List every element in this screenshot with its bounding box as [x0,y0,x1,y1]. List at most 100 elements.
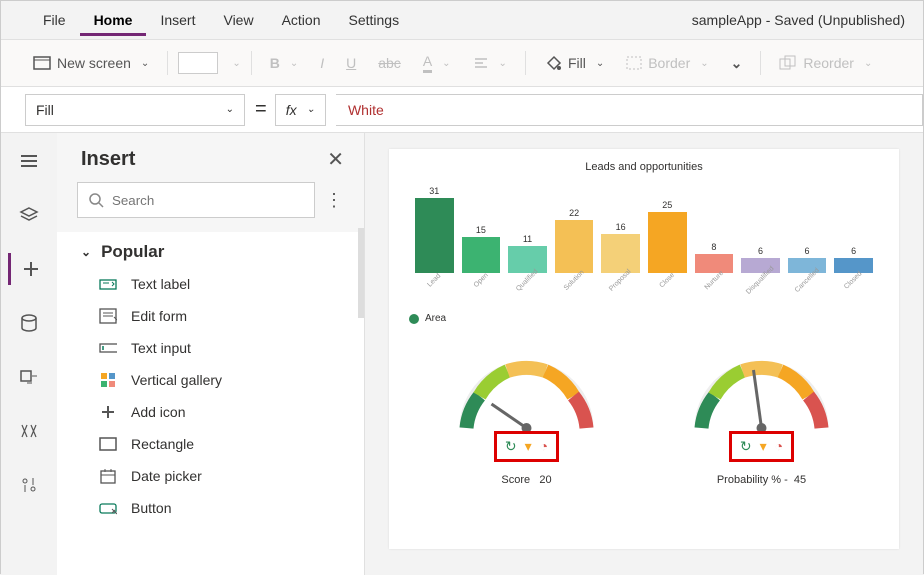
new-screen-label: New screen [57,55,131,71]
chevron-down-icon: ⌄ [596,58,604,69]
reorder-button[interactable]: Reorder ⌄ [771,51,880,75]
canvas[interactable]: Leads and opportunities 3115112216258666… [365,133,923,575]
reorder-label: Reorder [803,55,854,71]
separator [167,51,168,75]
fill-button[interactable]: Fill ⌄ [536,51,612,75]
scrollbar[interactable] [358,228,364,318]
insert-item-vertical-gallery[interactable]: Vertical gallery [57,364,364,396]
ribbon: New screen ⌄ ⌄ B⌄ I U abc A⌄ ⌄ Fill ⌄ Bo… [1,39,923,87]
filter-icon[interactable]: ▾ [525,438,532,455]
menu-home[interactable]: Home [80,4,147,36]
category-popular[interactable]: ⌄ Popular [57,232,364,268]
menu-view[interactable]: View [209,4,267,36]
rail-layers-button[interactable] [9,199,49,231]
underline-button[interactable]: U [338,51,364,75]
rail-tools-button[interactable] [9,469,49,501]
italic-button[interactable]: I [312,51,332,75]
insert-item-rectangle[interactable]: Rectangle [57,428,364,460]
menu-file[interactable]: File [29,4,80,36]
separator [525,51,526,75]
reorder-icon [779,55,797,71]
gauge-label: Score 20 [444,474,609,486]
legend-dot [409,314,419,324]
strike-button[interactable]: abc [370,51,409,75]
bar-chart: 3115112216258666 LeadOpenQualifiedSoluti… [409,183,879,303]
insert-item-label: Rectangle [131,436,194,452]
bar: 25 [648,200,687,273]
fill-label: Fill [568,55,586,71]
insert-item-label: Text label [131,276,190,292]
border-button[interactable]: Border ⌄ [618,51,716,75]
left-rail [1,133,57,575]
tools-icon [20,476,38,494]
property-selector[interactable]: Fill ⌄ [25,94,245,126]
separator [760,51,761,75]
search-icon [88,192,104,208]
search-input[interactable] [77,182,315,218]
hamburger-icon [19,154,39,168]
plus-icon [99,403,117,421]
form-icon [99,307,117,325]
rect-icon [99,435,117,453]
insert-title: Insert [81,148,135,171]
bar: 22 [555,208,594,273]
rail-media-button[interactable] [9,361,49,393]
menubar: File Home Insert View Action Settings sa… [1,1,923,39]
border-icon [626,56,642,70]
plus-icon [21,259,41,279]
rail-tree-button[interactable] [9,145,49,177]
filter-icon[interactable]: ▾ [760,438,767,455]
insert-item-text-label[interactable]: Text label [57,268,364,300]
gauges-row: ↻ ▾ ◔ Score 20 [409,348,879,486]
gallery-icon [99,371,117,389]
media-icon [19,369,39,385]
insert-item-edit-form[interactable]: Edit form [57,300,364,332]
app-title: sampleApp - Saved (Unpublished) [692,12,923,28]
font-color-button[interactable]: A⌄ [415,49,459,77]
expand-button[interactable]: ⌄ [723,51,751,76]
insert-panel: Insert ✕ ⋮ ⌄ Popular Text label Edit for… [57,133,365,575]
color-swatch[interactable] [178,52,218,74]
chevron-down-icon: ⌄ [232,58,240,69]
database-icon [20,314,38,332]
calendar-icon [99,467,117,485]
insert-item-add-icon[interactable]: Add icon [57,396,364,428]
rail-data-button[interactable] [9,307,49,339]
chart-type-icon[interactable]: ◔ [775,438,783,455]
text-input-icon [99,339,117,357]
menu-action[interactable]: Action [268,4,335,36]
property-name: Fill [36,102,54,118]
app-preview: Leads and opportunities 3115112216258666… [389,149,899,549]
formula-input[interactable]: White [336,94,923,126]
align-button[interactable]: ⌄ [465,52,515,74]
close-button[interactable]: ✕ [327,147,344,172]
refresh-icon[interactable]: ↻ [505,438,517,455]
insert-item-date-picker[interactable]: Date picker [57,460,364,492]
insert-item-label: Vertical gallery [131,372,222,388]
insert-item-label: Text input [131,340,191,356]
bar: 16 [601,222,640,273]
chart-legend: Area [409,313,879,324]
fx-label: fx [286,102,297,118]
insert-item-label: Add icon [131,404,185,420]
chart-type-icon[interactable]: ◔ [540,438,548,455]
rail-variables-button[interactable] [9,415,49,447]
gauge-arc [679,348,844,438]
category-label: Popular [101,242,164,262]
new-screen-button[interactable]: New screen ⌄ [25,51,157,75]
insert-item-text-input[interactable]: Text input [57,332,364,364]
gauge-label: Probability % - 45 [679,474,844,486]
variables-icon [19,423,39,439]
search-field[interactable] [112,193,304,208]
fx-button[interactable]: fx ⌄ [275,94,326,126]
bold-button[interactable]: B⌄ [262,51,307,75]
fx-group: = fx ⌄ [255,94,326,126]
rail-insert-button[interactable] [8,253,51,285]
menu-insert[interactable]: Insert [146,4,209,36]
refresh-icon[interactable]: ↻ [740,438,752,455]
more-button[interactable]: ⋮ [325,190,344,211]
menu-settings[interactable]: Settings [335,4,414,36]
bar: 31 [415,186,454,273]
align-icon [473,56,489,70]
insert-item-button[interactable]: Button [57,492,364,524]
